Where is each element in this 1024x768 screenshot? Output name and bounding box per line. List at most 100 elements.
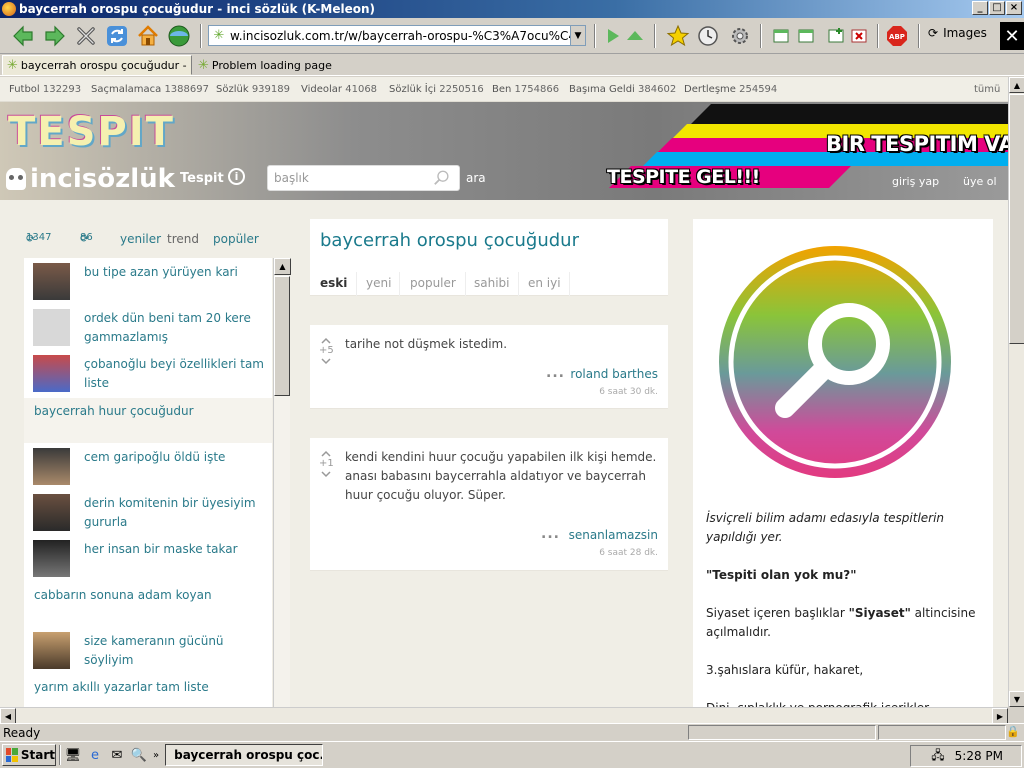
reload-icon[interactable] [104,23,130,49]
clock[interactable]: 5:28 PM [955,749,1003,763]
category-sacmalamaca[interactable]: Saçmalamaca 1388697 [91,84,209,95]
scroll-right-icon[interactable]: ▶ [992,708,1008,724]
incisozluk-logo[interactable]: incisözlük [6,164,175,194]
page-title[interactable]: baycerrah orospu çocuğudur [320,230,579,251]
upvote-icon[interactable] [321,450,331,457]
sort-tab-eski[interactable]: eski [320,276,347,290]
entry-text: kendi kendini huur çocuğu yapabilen ilk … [345,450,657,502]
register-link[interactable]: üye ol [963,175,997,188]
back-icon[interactable] [10,23,36,49]
go-icon[interactable] [166,23,192,49]
scroll-up-icon[interactable]: ▲ [1009,77,1024,93]
tab-current[interactable]: ✳ baycerrah orospu çocuğudur - i... [2,55,192,75]
list-item[interactable]: cem garipoğlu öldü işte [24,448,272,490]
vote-count: +5 [319,345,334,356]
list-item[interactable]: yarım akıllı yazarlar tam liste [24,678,272,702]
sort-tab-en-iyi[interactable]: en iyi [528,276,561,290]
scroll-thumb[interactable] [274,276,290,396]
search-button[interactable]: ara [466,171,486,185]
list-item-label: ordek dün beni tam 20 kere gammazlamış [84,311,251,344]
list-item-current[interactable]: baycerrah huur çocuğudur [24,398,272,443]
address-text[interactable]: w.incisozluk.com.tr/w/baycerrah-orospu-%… [230,29,570,43]
ie-icon[interactable]: e [85,745,105,765]
search-input[interactable]: başlık [267,165,460,191]
window-icon[interactable] [768,23,794,49]
tab-yeniler[interactable]: yeniler [120,232,161,246]
maximize-button[interactable]: □ [989,1,1005,15]
media-icon[interactable]: 🔍 [129,745,149,765]
category-videolar[interactable]: Videolar 41068 [301,84,377,95]
page-viewport: Futbol 132293 Saçmalamaca 1388697 Sözlük… [0,77,1008,707]
login-link[interactable]: giriş yap [892,175,939,188]
list-item[interactable]: size kameranın gücünü söyliyim [24,632,272,674]
sort-tab-yeni[interactable]: yeni [366,276,391,290]
entry-menu-icon[interactable]: ... [546,365,565,381]
window-icon-2[interactable] [793,23,819,49]
category-basima-geldi[interactable]: Başıma Geldi 384602 [569,84,676,95]
category-sozluk-ici[interactable]: Sözlük İçi 2250516 [389,84,484,95]
entry-author[interactable]: senanlamazsin [569,528,658,542]
start-button[interactable]: Start [2,744,56,766]
address-bar[interactable]: ✳ w.incisozluk.com.tr/w/baycerrah-orospu… [208,25,586,46]
up-icon[interactable] [622,23,648,49]
forward-icon[interactable] [42,23,68,49]
category-ben[interactable]: Ben 1754866 [492,84,559,95]
adblock-icon[interactable]: ABP [884,23,910,49]
page-vertical-scrollbar[interactable]: ▲ ▼ [1008,77,1024,707]
status-text: Ready [3,725,41,740]
topic-list-scrollbar[interactable]: ▲ [273,258,291,707]
nav-tespit-link[interactable]: Tespit [180,171,224,186]
category-sozluk[interactable]: Sözlük 939189 [216,84,290,95]
network-icon[interactable]: 🖧 [931,746,944,767]
entry-time[interactable]: 6 saat 30 dk. [599,387,658,397]
entry-author[interactable]: roland barthes [570,367,658,381]
history-clock-icon[interactable] [695,23,721,49]
tab-trend[interactable]: trend [167,232,199,246]
page-horizontal-scrollbar[interactable]: ◀ ▶ [0,707,1008,724]
category-dertlesme[interactable]: Dertleşme 254594 [684,84,777,95]
list-item[interactable]: her insan bir maske takar [24,540,272,582]
entry-menu-icon[interactable]: ... [541,526,560,542]
home-icon[interactable] [135,23,161,49]
vote-box: +5 [319,337,334,365]
scroll-up-icon[interactable]: ▲ [274,258,291,275]
address-dropdown-icon[interactable]: ▼ [570,26,585,45]
minimize-button[interactable]: _ [972,1,988,15]
tab-label: Problem loading page [211,58,332,72]
scroll-left-icon[interactable]: ◀ [0,708,16,724]
scroll-thumb[interactable] [1009,94,1024,344]
list-item[interactable]: ordek dün beni tam 20 kere gammazlamış [24,309,272,351]
entry-time[interactable]: 6 saat 28 dk. [599,548,658,558]
tab-problem-loading[interactable]: ✳ Problem loading page [194,55,374,75]
about-paragraph-3: Siyaset içeren başlıklar "Siyaset" altin… [706,606,976,639]
outlook-icon[interactable]: ✉ [107,745,127,765]
list-item[interactable]: derin komitenin bir üyesiyim gururla [24,494,272,536]
list-item[interactable]: cabbarın sonuna adam koyan [24,586,272,626]
list-item[interactable]: çobanoğlu beyi özellikleri tam liste [24,355,272,399]
downvote-icon[interactable] [321,471,331,478]
brand-name: incisözlük [30,164,175,194]
category-futbol[interactable]: Futbol 132293 [9,84,81,95]
avatar [33,309,70,346]
search-icon[interactable] [433,169,451,187]
taskbar-window-button[interactable]: baycerrah orospu çoc... [165,744,324,766]
show-desktop-icon[interactable]: 🖥 [63,745,83,765]
quicklaunch-chevron-icon[interactable]: » [153,750,159,761]
scroll-down-icon[interactable]: ▼ [1009,691,1024,707]
stop-icon[interactable] [73,23,99,49]
tab-populer[interactable]: popüler [213,232,259,246]
navigation-toolbar: ✳ w.incisozluk.com.tr/w/baycerrah-orospu… [0,18,1024,54]
settings-gear-icon[interactable] [727,23,753,49]
sort-tab-populer[interactable]: populer [410,276,456,290]
category-all-link[interactable]: tümü [974,84,1000,95]
owl-icon [6,168,26,190]
list-item[interactable]: bu tipe azan yürüyen kari [24,263,272,305]
images-toggle-button[interactable]: ⟳ Images [928,26,987,40]
upvote-icon[interactable] [321,337,331,344]
close-window-icon[interactable] [846,23,872,49]
downvote-icon[interactable] [321,358,331,365]
sort-tab-sahibi[interactable]: sahibi [474,276,510,290]
info-icon[interactable]: i [228,168,245,185]
close-button[interactable]: × [1006,1,1022,15]
bookmark-star-icon[interactable] [665,23,691,49]
